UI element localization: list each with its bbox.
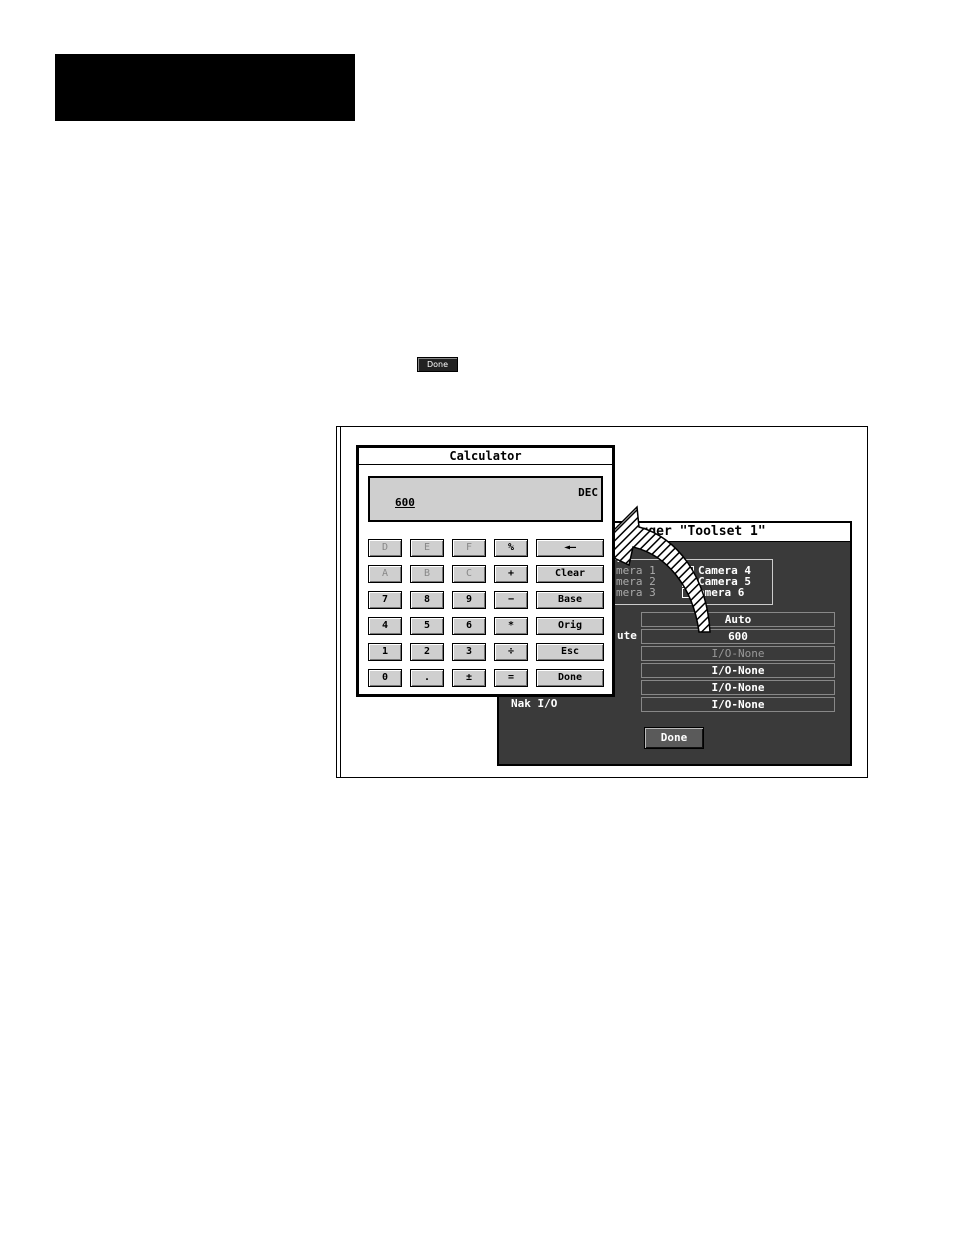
number-base-indicator: DEC xyxy=(578,486,598,499)
calculator-key-1-1[interactable]: B xyxy=(410,565,444,583)
calculator-key-4-0[interactable]: 1 xyxy=(368,643,402,661)
calculator-key-3-1[interactable]: 5 xyxy=(410,617,444,635)
calculator-key-0-1[interactable]: E xyxy=(410,539,444,557)
calculator-key-2-2[interactable]: 9 xyxy=(452,591,486,609)
calculator-key-5-2[interactable]: ± xyxy=(452,669,486,687)
calculator-key-3-0[interactable]: 4 xyxy=(368,617,402,635)
calculator-key-0-2[interactable]: F xyxy=(452,539,486,557)
calculator-key-1-0[interactable]: A xyxy=(368,565,402,583)
inline-done-button-icon: Done xyxy=(417,357,458,372)
calculator-key-4-4[interactable]: Esc xyxy=(536,643,604,661)
calculator-key-5-4[interactable]: Done xyxy=(536,669,604,687)
chapter-header-bar xyxy=(55,54,355,121)
calculator-key-0-0[interactable]: D xyxy=(368,539,402,557)
calculator-key-2-3[interactable]: − xyxy=(494,591,528,609)
calculator-key-4-2[interactable]: 3 xyxy=(452,643,486,661)
calculator-key-1-3[interactable]: + xyxy=(494,565,528,583)
calculator-key-1-2[interactable]: C xyxy=(452,565,486,583)
calculator-key-2-4[interactable]: Base xyxy=(536,591,604,609)
calculator-key-5-0[interactable]: 0 xyxy=(368,669,402,687)
calculator-key-5-1[interactable]: . xyxy=(410,669,444,687)
calculator-key-2-0[interactable]: 7 xyxy=(368,591,402,609)
calculator-display: DEC 600 xyxy=(368,476,603,522)
calculator-key-4-3[interactable]: ÷ xyxy=(494,643,528,661)
calculator-key-3-3[interactable]: * xyxy=(494,617,528,635)
display-value: 600 xyxy=(395,496,415,509)
calculator-key-4-1[interactable]: 2 xyxy=(410,643,444,661)
calculator-key-3-4[interactable]: Orig xyxy=(536,617,604,635)
calculator-key-3-2[interactable]: 6 xyxy=(452,617,486,635)
calculator-key-1-4[interactable]: Clear xyxy=(536,565,604,583)
calculator-window: Calculator DEC 600 D E F% ◄— A B C + Clear 7 8 9− Ba… xyxy=(356,445,615,697)
calculator-key-0-4[interactable]: ◄— xyxy=(536,539,604,557)
calculator-title: Calculator xyxy=(359,448,612,465)
calculator-key-2-1[interactable]: 8 xyxy=(410,591,444,609)
screenshot-figure: Trigger "Toolset 1" ra Camera 4 Camera 5… xyxy=(336,426,868,778)
calculator-key-0-3[interactable]: % xyxy=(494,539,528,557)
calculator-key-5-3[interactable]: = xyxy=(494,669,528,687)
